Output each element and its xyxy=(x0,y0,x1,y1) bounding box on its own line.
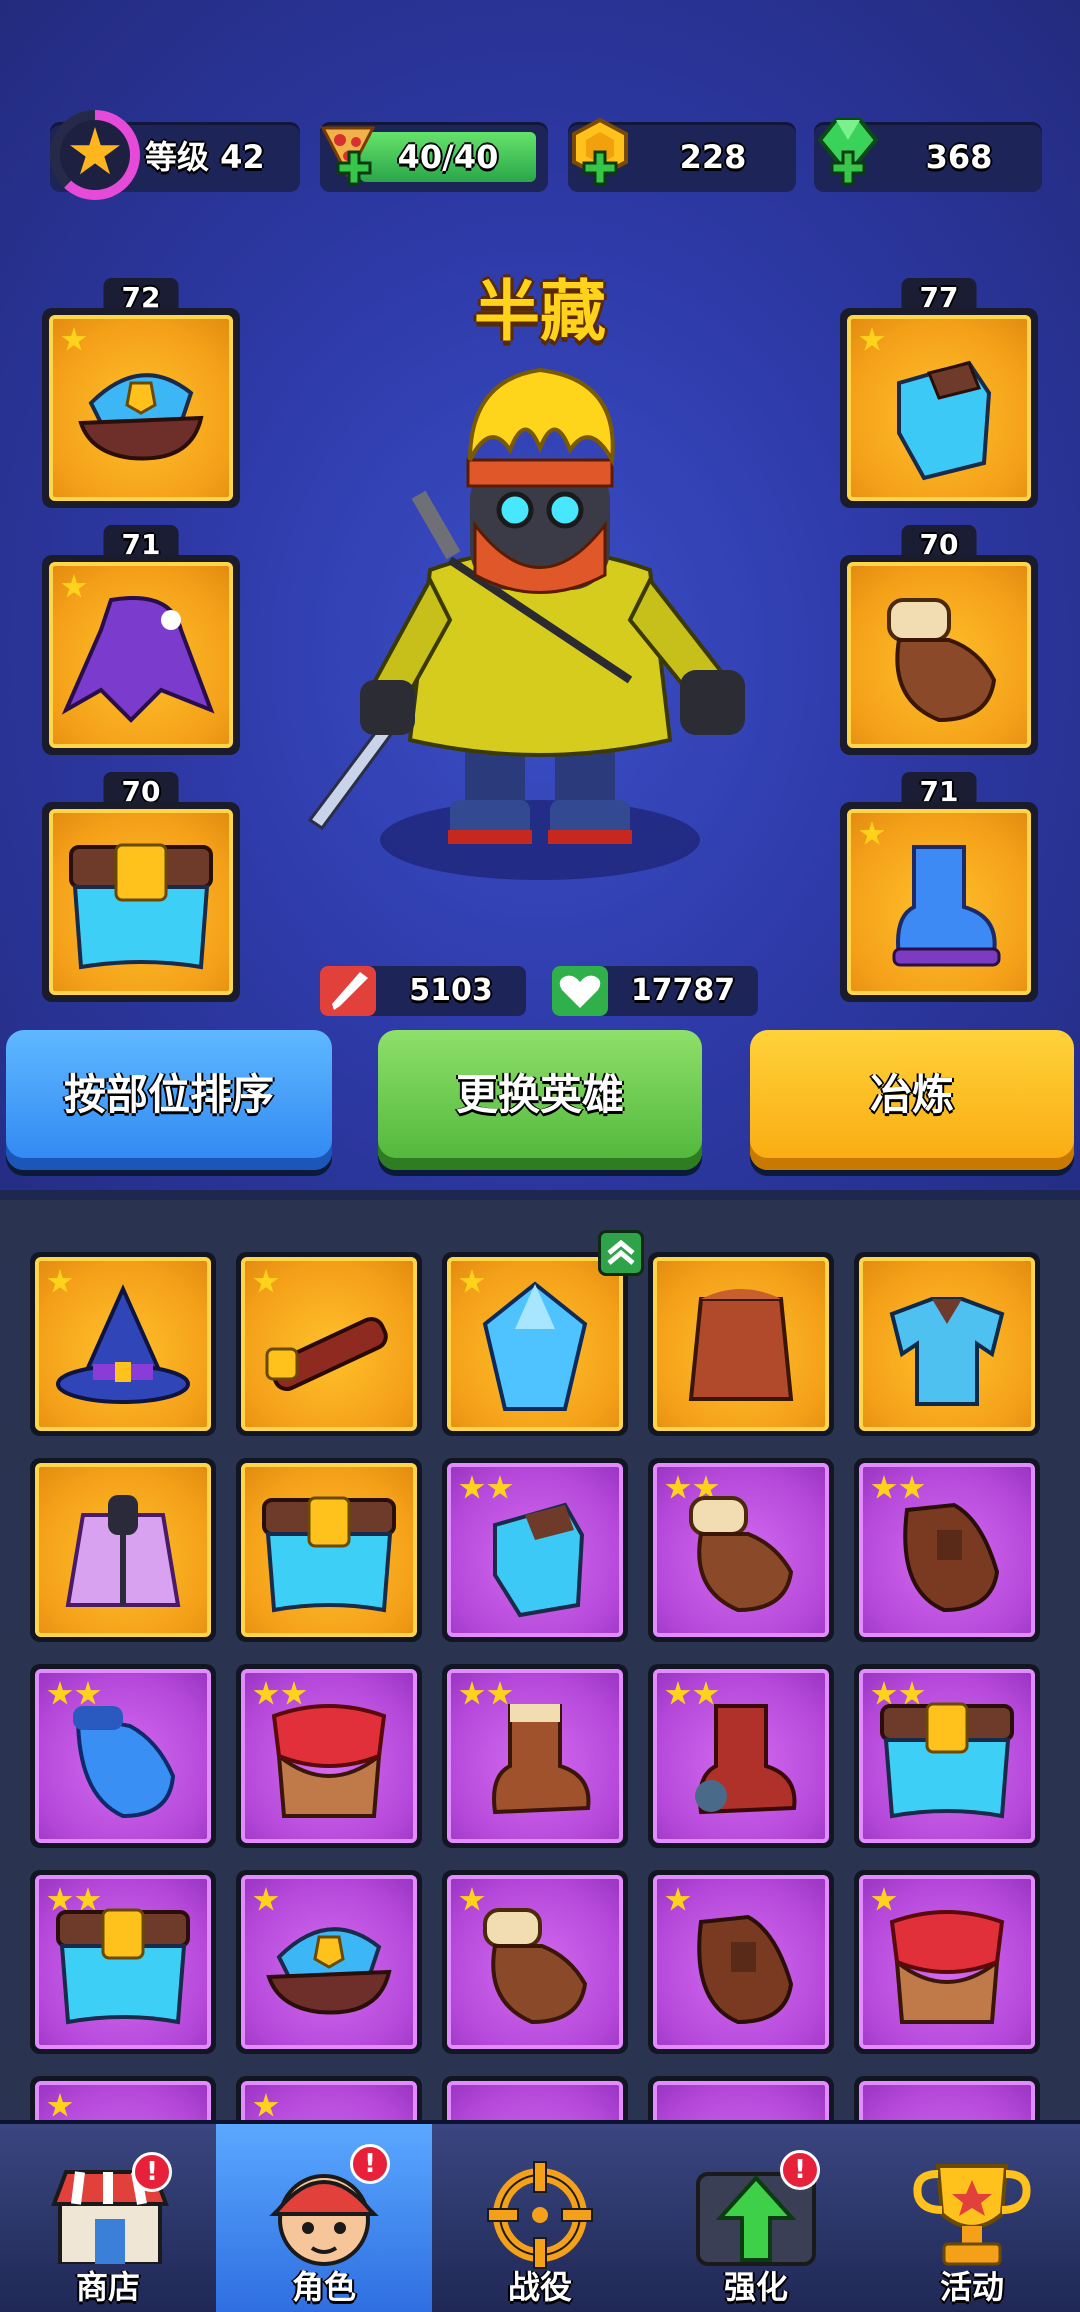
police-cap-icon xyxy=(71,353,211,477)
energy-value: 40/40 xyxy=(397,138,499,176)
inventory-item[interactable] xyxy=(648,1664,834,1848)
brown-glove-dark-icon xyxy=(676,1902,806,2036)
inventory-item[interactable] xyxy=(442,1252,628,1436)
inventory-item[interactable] xyxy=(30,2076,216,2120)
inventory-item[interactable] xyxy=(236,1458,422,1642)
inventory-item[interactable] xyxy=(442,1664,628,1848)
add-energy-icon[interactable] xyxy=(336,150,372,186)
telescope-icon xyxy=(259,1289,399,1413)
red-boot-icon xyxy=(676,1696,806,1830)
smelt-button[interactable]: 冶炼 xyxy=(750,1030,1074,1170)
heart-icon xyxy=(552,966,608,1016)
equip-slot-head[interactable]: 72 xyxy=(42,278,240,508)
tab-campaign[interactable]: 战役 xyxy=(432,2124,648,2312)
tab-label: 角色 xyxy=(291,2268,356,2306)
trophy-icon xyxy=(908,2160,1036,2270)
inventory-item[interactable] xyxy=(648,1870,834,2054)
shop-alert: ! xyxy=(132,2152,172,2192)
wizard-hat-icon xyxy=(53,1283,193,1418)
blue-shorts-icon xyxy=(254,1490,404,1624)
equip-slot-gloves[interactable]: 70 xyxy=(840,525,1038,755)
add-gem-icon[interactable] xyxy=(830,150,866,186)
police-cap-icon xyxy=(259,1907,399,2031)
equip-slot-armor[interactable]: 77 xyxy=(840,278,1038,508)
gem-value: 368 xyxy=(925,138,993,176)
red-scarf-icon xyxy=(877,1902,1017,2036)
tab-label: 强化 xyxy=(723,2268,788,2306)
brown-glove-icon xyxy=(869,590,1009,734)
character-alert: ! xyxy=(350,2144,390,2184)
blue-shirt-icon xyxy=(872,1284,1022,1418)
blue-shorts-icon xyxy=(872,1696,1022,1830)
brown-boot-icon xyxy=(470,1696,600,1830)
inventory-item[interactable] xyxy=(854,1870,1040,2054)
inventory-item[interactable] xyxy=(854,2076,1040,2120)
inventory-item[interactable] xyxy=(442,1870,628,2054)
brown-glove-icon xyxy=(676,1490,806,1624)
crosshair-icon xyxy=(478,2160,602,2270)
blue-shorts-icon xyxy=(61,837,221,981)
pink-hoodie-icon xyxy=(53,1485,193,1629)
inventory-item[interactable] xyxy=(30,1252,216,1436)
star-icon xyxy=(61,327,87,351)
inventory-item[interactable] xyxy=(648,1458,834,1642)
upgrade-alert: ! xyxy=(780,2150,820,2190)
bottom-nav: ! 商店 ! 角色 战役 ! 强化 活动 xyxy=(0,2120,1080,2312)
inventory-item[interactable] xyxy=(30,1458,216,1642)
tab-shop[interactable]: ! 商店 xyxy=(0,2124,216,2312)
tab-upgrade[interactable]: ! 强化 xyxy=(648,2124,864,2312)
brown-glove-icon xyxy=(470,1902,600,2036)
inventory-item[interactable] xyxy=(854,1252,1040,1436)
sort-by-slot-button[interactable]: 按部位排序 xyxy=(6,1030,332,1170)
hp-value: 17787 xyxy=(630,973,736,1008)
brown-vest-icon xyxy=(671,1279,811,1423)
level-ring-icon xyxy=(50,110,140,200)
blue-glove-icon xyxy=(58,1696,188,1830)
upgrade-available-icon xyxy=(598,1230,644,1276)
equip-slot-pants[interactable]: 70 xyxy=(42,772,240,1002)
inventory-item[interactable] xyxy=(442,2076,628,2120)
change-hero-button[interactable]: 更换英雄 xyxy=(378,1030,702,1170)
blue-gem-icon xyxy=(475,1279,595,1423)
blue-vest-icon xyxy=(869,343,1009,487)
equip-slot-boots[interactable]: 71 xyxy=(840,772,1038,1002)
inventory-item[interactable] xyxy=(854,1458,1040,1642)
tab-label: 商店 xyxy=(75,2268,140,2306)
tab-label: 战役 xyxy=(507,2268,572,2306)
add-gold-icon[interactable] xyxy=(582,150,618,186)
inventory-item[interactable] xyxy=(30,1870,216,2054)
star-icon xyxy=(253,2093,279,2117)
tab-character[interactable]: ! 角色 xyxy=(216,2124,432,2312)
red-scarf-icon xyxy=(259,1696,399,1830)
inventory-item[interactable] xyxy=(30,1664,216,1848)
brown-glove-dark-icon xyxy=(882,1490,1012,1624)
hp-stat: 17787 xyxy=(552,966,758,1016)
star-icon xyxy=(47,2093,73,2117)
level-label: 等级 42 xyxy=(145,138,265,176)
inventory-item[interactable] xyxy=(648,2076,834,2120)
tab-label: 活动 xyxy=(939,2268,1004,2306)
purple-hood-icon xyxy=(61,590,221,734)
blue-vest-icon xyxy=(470,1490,600,1624)
attack-value: 5103 xyxy=(409,973,493,1008)
inventory-item[interactable] xyxy=(648,1252,834,1436)
inventory-panel xyxy=(0,1200,1080,2120)
attack-stat: 5103 xyxy=(320,966,526,1016)
blue-boot-icon xyxy=(869,837,1009,981)
hero-character[interactable] xyxy=(300,360,780,880)
sword-icon xyxy=(320,966,376,1016)
inventory-item[interactable] xyxy=(236,2076,422,2120)
hero-name: 半藏 xyxy=(474,273,606,350)
blue-shorts-icon xyxy=(48,1902,198,2036)
inventory-item[interactable] xyxy=(442,1458,628,1642)
inventory-item[interactable] xyxy=(236,1870,422,2054)
inventory-item[interactable] xyxy=(854,1664,1040,1848)
gold-value: 228 xyxy=(679,138,747,176)
tab-events[interactable]: 活动 xyxy=(864,2124,1080,2312)
equip-slot-cloak[interactable]: 71 xyxy=(42,525,240,755)
inventory-item[interactable] xyxy=(236,1252,422,1436)
inventory-item[interactable] xyxy=(236,1664,422,1848)
